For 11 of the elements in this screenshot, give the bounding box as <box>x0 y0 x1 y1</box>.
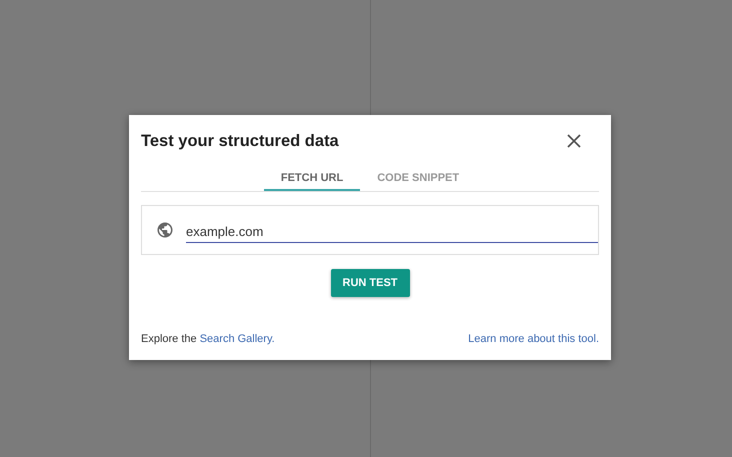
globe-icon <box>156 221 174 239</box>
url-input-field[interactable]: example.com <box>186 222 598 242</box>
learn-more-link[interactable]: Learn more about this tool. <box>468 333 599 345</box>
tab[interactable]: FETCH URL <box>264 167 360 191</box>
run-test-button[interactable]: RUN TEST <box>330 269 410 297</box>
close-icon[interactable] <box>567 134 581 148</box>
url-field[interactable]: example.com <box>141 205 599 255</box>
search-gallery-link[interactable]: Search Gallery. <box>200 333 275 345</box>
footer-text: Explore the Search Gallery. <box>141 333 275 345</box>
tab[interactable]: CODE SNIPPET <box>360 167 476 191</box>
dialog-title: Test your structured data <box>141 132 339 150</box>
